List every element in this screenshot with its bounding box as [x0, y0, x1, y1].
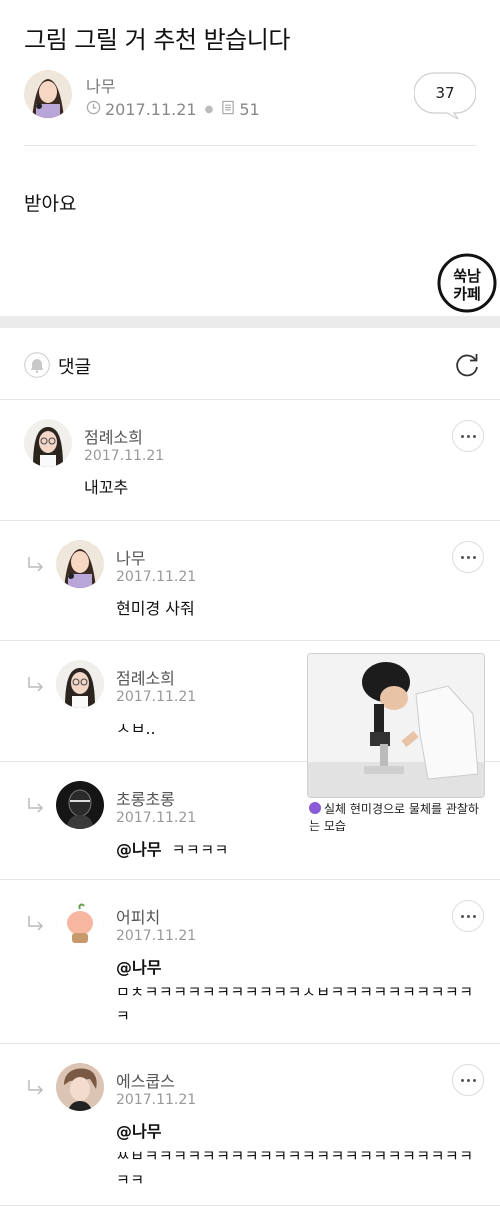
comment-reply-item: 어피치 2017.11.21 @나무 ㅁㅊㅋㅋㅋㅋㅋㅋㅋㅋㅋㅋㅋㅅㅂㅋㅋㅋㅋㅋㅋㅋ… — [0, 880, 500, 1044]
commenter-name[interactable]: 어피치 — [116, 904, 160, 928]
commenter-avatar[interactable] — [56, 899, 104, 947]
clock-icon — [86, 100, 101, 119]
comment-text: 내꼬추 — [84, 478, 129, 497]
caption-marker-icon — [309, 802, 321, 814]
mention-tag[interactable]: @나무 — [116, 1120, 481, 1144]
comment-date: 2017.11.21 — [116, 1092, 197, 1108]
comment-date: 2017.11.21 — [116, 810, 197, 826]
comment-reply-item: 에스쿱스 2017.11.21 @나무 ㅆㅂㅋㅋㅋㅋㅋㅋㅋㅋㅋㅋㅋㅋㅋㅋㅋㅋㅋㅋㅋ… — [0, 1044, 500, 1206]
commenter-name[interactable]: 점례소희 — [84, 424, 143, 448]
comment-text: 현미경 사줘 — [116, 599, 195, 618]
comment-date: 2017.11.21 — [116, 689, 197, 705]
more-options-button[interactable] — [452, 1064, 484, 1096]
commenter-avatar[interactable] — [56, 540, 104, 588]
microscope-photo — [307, 653, 485, 798]
post-title: 그림 그릴 거 추천 받습니다 — [24, 26, 290, 54]
comment-text-body: ㅋㅋㅋㅋ — [171, 841, 229, 859]
comment-text: @나무 ㅆㅂㅋㅋㅋㅋㅋㅋㅋㅋㅋㅋㅋㅋㅋㅋㅋㅋㅋㅋㅋㅋㅋㅋㅋㅋㅋ — [116, 1120, 481, 1192]
comment-text-body: ㅆㅂㅋㅋㅋㅋㅋㅋㅋㅋㅋㅋㅋㅋㅋㅋㅋㅋㅋㅋㅋㅋㅋㅋㅋㅋㅋ — [116, 1147, 474, 1189]
reply-arrow-icon — [26, 796, 46, 816]
view-count: 51 — [239, 100, 260, 119]
more-options-button[interactable] — [452, 420, 484, 452]
bell-icon[interactable] — [24, 352, 50, 378]
reply-arrow-icon — [26, 555, 46, 575]
comments-label: 댓글 — [58, 357, 92, 378]
comment-text: ㅅㅂ.. — [116, 719, 156, 738]
meta-separator: ● — [204, 104, 214, 115]
comment-date: 2017.11.21 — [116, 569, 197, 585]
post-content: 받아요 — [24, 193, 77, 215]
comment-count: 37 — [435, 84, 455, 102]
comment-item: 점례소희 2017.11.21 내꼬추 — [0, 400, 500, 521]
author-avatar[interactable] — [24, 70, 72, 118]
post-body: 받아요 쑥남 카페 — [0, 146, 500, 316]
section-separator — [0, 316, 500, 328]
commenter-name[interactable]: 에스쿱스 — [116, 1068, 175, 1092]
reply-arrow-icon — [26, 675, 46, 695]
commenter-avatar[interactable] — [24, 419, 72, 467]
more-options-button[interactable] — [452, 900, 484, 932]
commenter-name[interactable]: 나무 — [116, 545, 145, 569]
photo-caption: 실체 현미경으로 물체를 관찰하는 모습 — [309, 801, 489, 835]
reply-arrow-icon — [26, 914, 46, 934]
commenter-avatar[interactable] — [56, 660, 104, 708]
reply-arrow-icon — [26, 1078, 46, 1098]
mention-tag[interactable]: @나무 — [116, 840, 161, 859]
post-header: 그림 그릴 거 추천 받습니다 나무 2017.11.21 ● 51 37 — [0, 0, 500, 146]
comment-reply-item: 나무 2017.11.21 현미경 사줘 — [0, 521, 500, 641]
comment-text: @나무 ㅋㅋㅋㅋ — [116, 838, 229, 862]
comments-header: 댓글 — [0, 328, 500, 400]
cafe-badge: 쑥남 카페 — [437, 253, 497, 313]
views-icon — [221, 100, 235, 119]
more-options-button[interactable] — [452, 541, 484, 573]
author-name[interactable]: 나무 — [86, 73, 115, 97]
post-meta: 2017.11.21 ● 51 — [86, 100, 260, 119]
comment-date: 2017.11.21 — [84, 448, 165, 464]
comment-text-body: ㅁㅊㅋㅋㅋㅋㅋㅋㅋㅋㅋㅋㅋㅅㅂㅋㅋㅋㅋㅋㅋㅋㅋㅋㅋㅋ — [116, 983, 474, 1025]
commenter-avatar[interactable] — [56, 781, 104, 829]
commenter-name[interactable]: 초롱초롱 — [116, 786, 175, 810]
badge-line2: 카페 — [453, 285, 481, 303]
post-date: 2017.11.21 — [105, 100, 197, 119]
comment-date: 2017.11.21 — [116, 928, 197, 944]
refresh-icon[interactable] — [453, 351, 481, 379]
mention-tag[interactable]: @나무 — [116, 956, 481, 980]
author-row: 나무 2017.11.21 ● 51 37 — [24, 70, 477, 122]
comment-text: @나무 ㅁㅊㅋㅋㅋㅋㅋㅋㅋㅋㅋㅋㅋㅅㅂㅋㅋㅋㅋㅋㅋㅋㅋㅋㅋㅋ — [116, 956, 481, 1028]
photo-caption-text: 실체 현미경으로 물체를 관찰하는 모습 — [309, 802, 479, 833]
badge-line1: 쑥남 — [453, 267, 481, 285]
comment-count-button[interactable]: 37 — [413, 71, 477, 120]
commenter-name[interactable]: 점례소희 — [116, 665, 175, 689]
commenter-avatar[interactable] — [56, 1063, 104, 1111]
